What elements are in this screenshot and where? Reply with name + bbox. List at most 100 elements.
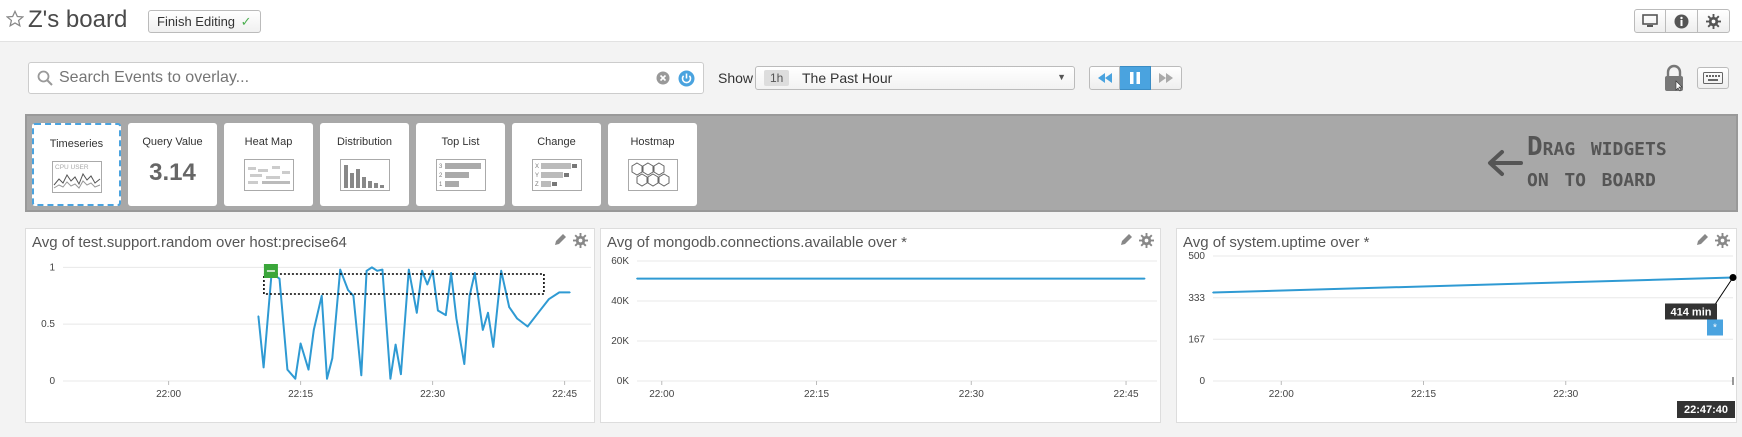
svg-text:X: X	[535, 164, 539, 170]
search-icon	[37, 70, 53, 86]
y-tick-label: 0K	[617, 376, 630, 387]
data-point	[487, 312, 489, 314]
data-point	[526, 325, 529, 328]
y-tick-label: 0	[1199, 376, 1205, 387]
data-point	[307, 368, 310, 371]
data-point	[376, 269, 378, 272]
data-point	[426, 283, 429, 286]
widget-heat-map[interactable]: Heat Map	[224, 123, 313, 206]
arrow-left-icon	[1488, 150, 1523, 176]
data-point	[508, 306, 510, 308]
pause-button[interactable]	[1120, 66, 1151, 90]
data-point	[558, 291, 561, 294]
x-tick-label: 22:00	[649, 389, 674, 400]
heatmap-icon	[243, 159, 294, 191]
x-tick-label: 22:15	[1411, 389, 1436, 400]
gear-icon[interactable]	[1139, 233, 1154, 248]
playback-controls	[1089, 66, 1182, 90]
y-tick-label: 20K	[611, 336, 629, 347]
tooltip-marker-glyph: *	[1713, 323, 1717, 334]
data-point	[352, 294, 355, 297]
widget-top-list[interactable]: Top List 321	[416, 123, 505, 206]
gear-icon[interactable]	[1715, 233, 1730, 248]
keyboard-icon	[1703, 72, 1723, 84]
data-point	[408, 268, 410, 271]
keyboard-button[interactable]	[1697, 67, 1729, 89]
monitor-icon	[1642, 14, 1658, 27]
data-point	[278, 277, 281, 280]
x-tick-label: 22:30	[420, 389, 445, 400]
timeframe-select[interactable]: 1h The Past Hour ▼	[755, 66, 1075, 90]
widget-distribution[interactable]: Distribution	[320, 123, 409, 206]
data-point	[371, 266, 373, 269]
change-icon: XYZ	[531, 159, 582, 191]
data-point	[294, 377, 297, 380]
chart-uptime: 0 167 333 500 22:00 22:15 22:30 414 min* 22:47:4…	[1188, 251, 1737, 418]
page-title: Z's board	[28, 6, 128, 33]
data-point	[516, 317, 518, 320]
query-value-number: 3.14	[149, 159, 196, 186]
data-point	[636, 277, 638, 280]
data-point	[262, 366, 265, 369]
data-point	[500, 269, 503, 272]
power-icon[interactable]	[678, 70, 695, 87]
widget-change[interactable]: Change XYZ	[512, 123, 601, 206]
data-point	[468, 294, 471, 297]
timeframe-badge: 1h	[764, 70, 790, 86]
time-label: 22:47:40	[1684, 404, 1728, 416]
lock-icon[interactable]	[1663, 64, 1685, 92]
data-point	[450, 272, 452, 274]
x-tick-label: 22:45	[1114, 389, 1139, 400]
y-tick-label: 60K	[611, 256, 629, 267]
finish-editing-button[interactable]: Finish Editing ✓	[148, 10, 261, 33]
forward-button[interactable]	[1151, 66, 1182, 90]
top-bar: Z's board Finish Editing ✓	[0, 0, 1742, 42]
chart-random: 0 0.5 1 22:00 22:15 22:30 22:45	[41, 262, 591, 400]
data-point	[445, 314, 447, 316]
data-point	[320, 294, 323, 297]
data-point	[421, 269, 423, 272]
hostmap-icon	[627, 159, 678, 191]
panel-title: Avg of test.support.random over host:pre…	[32, 234, 347, 251]
clear-icon[interactable]	[656, 71, 670, 85]
check-icon: ✓	[240, 14, 252, 29]
show-label: Show	[718, 70, 754, 86]
pencil-icon[interactable]	[1695, 233, 1709, 247]
y-tick-label: 500	[1188, 251, 1205, 262]
settings-button[interactable]	[1698, 9, 1730, 33]
x-tick-label: 22:00	[156, 389, 181, 400]
widget-label: Change	[537, 136, 576, 148]
pencil-icon[interactable]	[1119, 233, 1133, 247]
panel-title: Avg of system.uptime over *	[1183, 234, 1370, 251]
gear-icon[interactable]	[573, 233, 588, 248]
series-line	[1212, 276, 1734, 294]
drag-hint-text: Drag widgets on to board	[1527, 132, 1667, 194]
star-icon[interactable]	[6, 10, 24, 28]
data-point	[1143, 277, 1146, 280]
search-input[interactable]	[59, 67, 659, 89]
x-tick-label: 22:15	[288, 389, 313, 400]
pencil-icon[interactable]	[553, 233, 567, 247]
series-line	[257, 266, 570, 380]
data-point	[400, 373, 402, 375]
rewind-icon	[1097, 73, 1112, 83]
data-point	[415, 312, 418, 314]
svg-text:Z: Z	[535, 182, 539, 188]
info-button[interactable]	[1666, 9, 1698, 33]
y-tick-label: 0	[49, 376, 55, 387]
rewind-button[interactable]	[1089, 66, 1120, 90]
widget-label: Timeseries	[49, 138, 104, 150]
panel-title: Avg of mongodb.connections.available ove…	[607, 234, 907, 251]
data-point	[313, 329, 315, 331]
tv-mode-button[interactable]	[1634, 9, 1666, 33]
widget-timeseries[interactable]: Timeseries CPU USER	[32, 123, 121, 206]
data-point	[347, 289, 349, 291]
widget-label: Heat Map	[244, 136, 293, 148]
widget-hostmap[interactable]: Hostmap	[608, 123, 697, 206]
data-point	[381, 268, 384, 271]
panel-actions	[1119, 233, 1154, 248]
gear-icon	[1706, 13, 1721, 29]
widget-query-value[interactable]: Query Value 3.14	[128, 123, 217, 206]
data-point	[1212, 291, 1214, 294]
graph-panel-uptime: 0 167 333 500 22:00 22:15 22:30 414 min * 22:47:4…	[1176, 228, 1737, 423]
